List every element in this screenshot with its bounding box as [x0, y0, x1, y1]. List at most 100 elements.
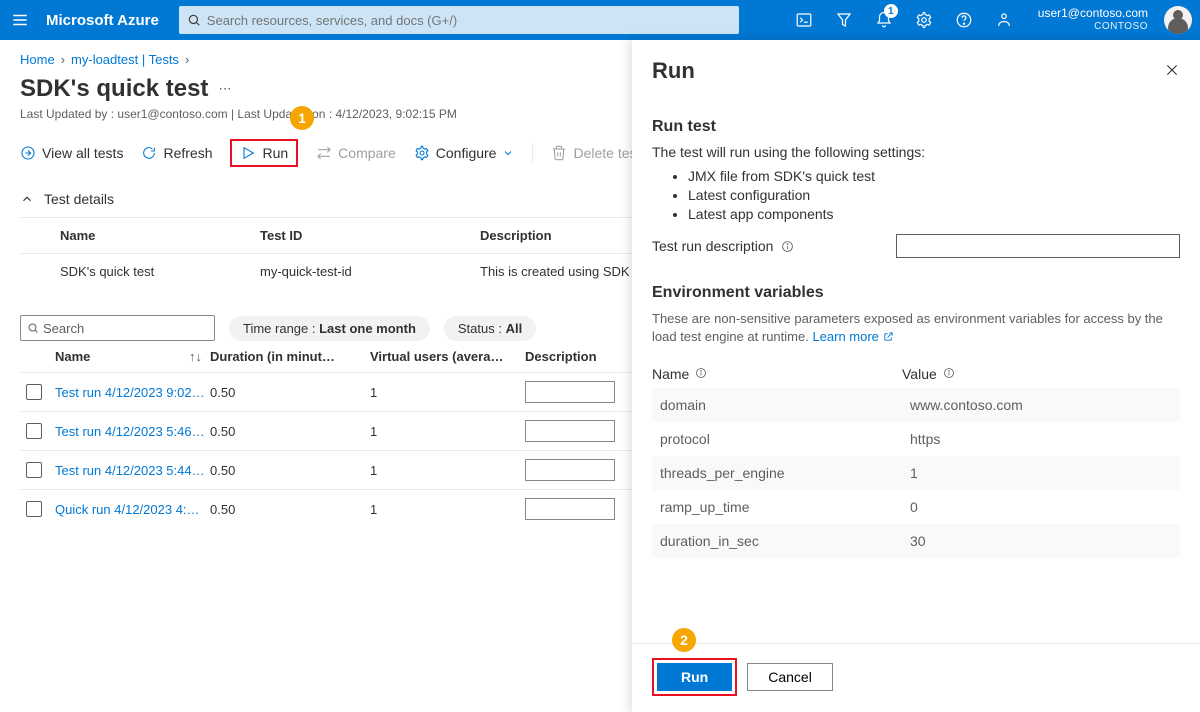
crumb-tests[interactable]: my-loadtest | Tests: [71, 52, 179, 67]
env-name: duration_in_sec: [660, 533, 910, 549]
run-duration: 0.50: [210, 502, 370, 517]
compare-label: Compare: [338, 145, 396, 161]
configure-label: Configure: [436, 145, 497, 161]
run-test-heading: Run test: [652, 118, 1180, 136]
env-name: threads_per_engine: [660, 465, 910, 481]
col-name: Name: [60, 228, 260, 243]
annotation-2: 2: [672, 628, 696, 652]
avatar[interactable]: [1164, 6, 1192, 34]
env-row: threads_per_engine1: [652, 456, 1180, 490]
env-row: ramp_up_time0: [652, 490, 1180, 524]
hamburger-icon[interactable]: [8, 8, 32, 32]
info-icon[interactable]: [781, 240, 794, 253]
user-tenant: CONTOSO: [1038, 21, 1148, 33]
notifications-icon[interactable]: 1: [866, 0, 902, 40]
run-link[interactable]: Test run 4/12/2023 9:02…: [55, 385, 210, 400]
env-value: 1: [910, 465, 1172, 481]
runs-search-placeholder: Search: [43, 321, 84, 336]
run-link[interactable]: Test run 4/12/2023 5:44…: [55, 463, 210, 478]
view-all-tests-button[interactable]: View all tests: [20, 145, 123, 161]
external-link-icon: [883, 331, 894, 342]
env-value: 0: [910, 499, 1172, 515]
run-desc-input[interactable]: [525, 498, 615, 520]
env-name: domain: [660, 397, 910, 413]
panel-footer: Run Cancel: [632, 643, 1200, 712]
chevron-right-icon: ›: [61, 52, 65, 67]
sort-icon: ↑↓: [189, 349, 202, 364]
view-all-label: View all tests: [42, 145, 123, 161]
col-testid: Test ID: [260, 228, 480, 243]
cell-name: SDK's quick test: [60, 264, 260, 279]
run-duration: 0.50: [210, 463, 370, 478]
refresh-button[interactable]: Refresh: [141, 145, 212, 161]
cancel-button[interactable]: Cancel: [747, 663, 833, 691]
list-item: JMX file from SDK's quick test: [688, 168, 1180, 184]
help-icon[interactable]: [946, 0, 982, 40]
chevron-right-icon: ›: [185, 52, 189, 67]
cloud-shell-icon[interactable]: [786, 0, 822, 40]
panel-title: Run: [652, 58, 695, 84]
configure-button[interactable]: Configure: [414, 145, 515, 161]
env-value: 30: [910, 533, 1172, 549]
test-details-label: Test details: [44, 191, 114, 207]
settings-icon[interactable]: [906, 0, 942, 40]
checkbox[interactable]: [26, 423, 42, 439]
env-help-text: These are non-sensitive parameters expos…: [652, 310, 1180, 346]
runs-search[interactable]: Search: [20, 315, 215, 341]
run-panel: Run Run test The test will run using the…: [632, 40, 1200, 712]
close-icon[interactable]: [1164, 62, 1180, 81]
run-submit-button[interactable]: Run: [657, 663, 732, 691]
run-button[interactable]: Run: [230, 139, 298, 167]
page-title: SDK's quick test: [20, 75, 208, 103]
status-pill[interactable]: Status : All: [444, 316, 536, 341]
global-search[interactable]: [179, 6, 739, 34]
run-intro: The test will run using the following se…: [652, 144, 1180, 160]
divider: [532, 143, 533, 163]
run-vusers: 1: [370, 463, 525, 478]
more-icon[interactable]: ⋯: [218, 81, 231, 97]
env-row: domainwww.contoso.com: [652, 388, 1180, 422]
test-run-description-input[interactable]: [896, 234, 1180, 258]
brand-label[interactable]: Microsoft Azure: [46, 12, 159, 29]
checkbox[interactable]: [26, 384, 42, 400]
run-label: Run: [262, 145, 288, 161]
run-vusers: 1: [370, 385, 525, 400]
run-settings-list: JMX file from SDK's quick test Latest co…: [688, 168, 1180, 222]
run-vusers: 1: [370, 424, 525, 439]
run-desc-input[interactable]: [525, 381, 615, 403]
annotation-1: 1: [290, 106, 314, 130]
run-desc-input[interactable]: [525, 420, 615, 442]
checkbox[interactable]: [26, 501, 42, 517]
run-desc-input[interactable]: [525, 459, 615, 481]
run-link[interactable]: Quick run 4/12/2023 4:…: [55, 502, 210, 517]
list-item: Latest configuration: [688, 187, 1180, 203]
refresh-label: Refresh: [163, 145, 212, 161]
env-value: https: [910, 431, 1172, 447]
user-block[interactable]: user1@contoso.com CONTOSO: [1038, 7, 1148, 32]
run-duration: 0.50: [210, 424, 370, 439]
runs-col-desc[interactable]: Description: [525, 349, 645, 364]
search-icon: [27, 322, 39, 334]
azure-topbar: Microsoft Azure 1 user1@contoso.com CONT…: [0, 0, 1200, 40]
env-row: protocolhttps: [652, 422, 1180, 456]
learn-more-link[interactable]: Learn more: [812, 329, 893, 344]
runs-col-name[interactable]: Name↑↓: [55, 349, 210, 364]
chevron-down-icon: [502, 147, 514, 159]
checkbox[interactable]: [26, 462, 42, 478]
list-item: Latest app components: [688, 206, 1180, 222]
runs-col-duration[interactable]: Duration (in minut…: [210, 349, 370, 364]
runs-col-vusers[interactable]: Virtual users (avera…: [370, 349, 525, 364]
time-range-pill[interactable]: Time range : Last one month: [229, 316, 430, 341]
env-name: protocol: [660, 431, 910, 447]
filter-icon[interactable]: [826, 0, 862, 40]
global-search-input[interactable]: [207, 13, 731, 28]
info-icon[interactable]: [695, 367, 707, 379]
run-duration: 0.50: [210, 385, 370, 400]
crumb-home[interactable]: Home: [20, 52, 55, 67]
compare-button: Compare: [316, 145, 396, 161]
run-link[interactable]: Test run 4/12/2023 5:46…: [55, 424, 210, 439]
info-icon[interactable]: [943, 367, 955, 379]
env-table: Name Value domainwww.contoso.comprotocol…: [652, 360, 1180, 558]
run-vusers: 1: [370, 502, 525, 517]
feedback-icon[interactable]: [986, 0, 1022, 40]
